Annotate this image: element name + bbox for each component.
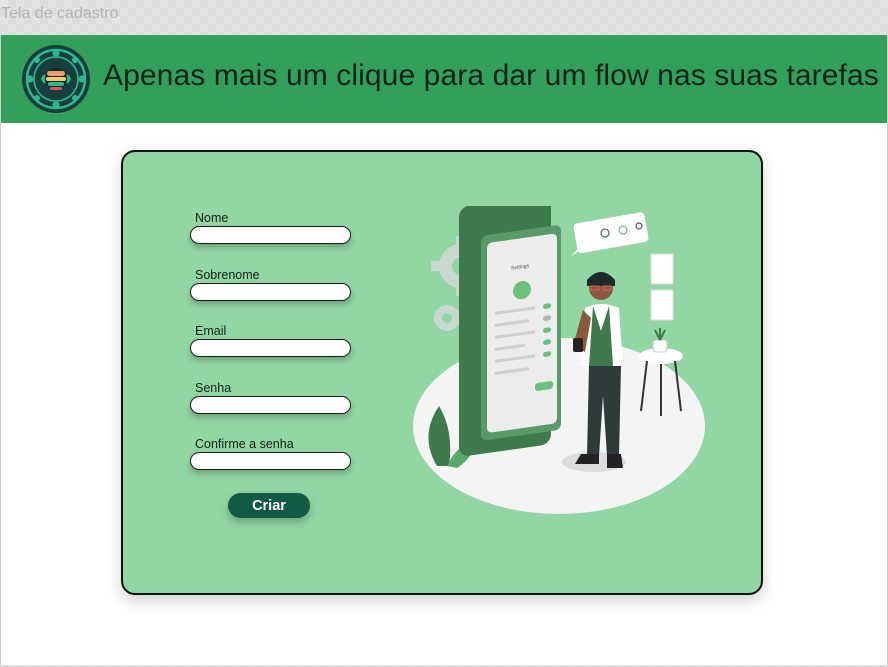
field-label-nome: Nome (195, 211, 229, 225)
sobrenome-input[interactable] (190, 283, 351, 301)
field-label-email: Email (195, 324, 227, 338)
senha-input[interactable] (190, 396, 351, 414)
mandala-logo-icon (22, 45, 90, 113)
frame-label: Tela de cadastro (1, 5, 119, 22)
field-label-confirme-senha: Confirme a senha (195, 437, 294, 451)
signup-card: Nome Sobrenome Email Senha Confirme a se… (121, 150, 763, 595)
signup-frame: Apenas mais um clique para dar um flow n… (0, 35, 888, 665)
criar-button[interactable]: Criar (228, 493, 310, 518)
nome-input[interactable] (190, 226, 351, 244)
field-label-sobrenome: Sobrenome (195, 268, 260, 282)
email-input[interactable] (190, 339, 351, 357)
person-phone-login-illustration: Settings (413, 206, 705, 514)
confirme-senha-input[interactable] (190, 452, 351, 470)
header: Apenas mais um clique para dar um flow n… (1, 35, 887, 123)
field-label-senha: Senha (195, 381, 232, 395)
page-title: Apenas mais um clique para dar um flow n… (103, 59, 879, 92)
